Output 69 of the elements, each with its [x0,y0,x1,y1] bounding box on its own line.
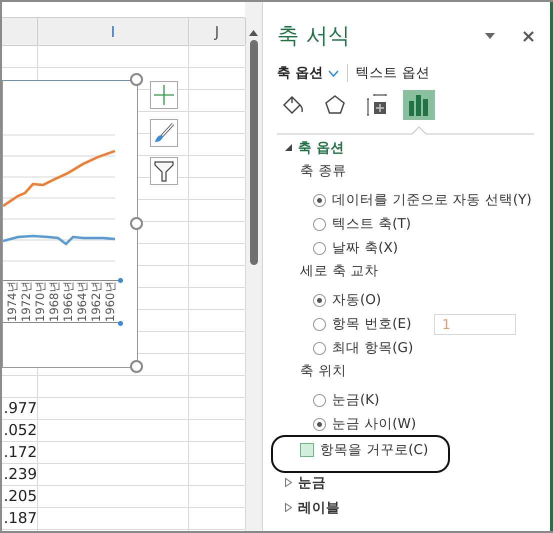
chart-elements-button[interactable] [150,81,178,109]
radio-label: 자동(O) [332,291,382,309]
pentagon-icon [324,94,346,116]
radio-button[interactable] [313,218,326,230]
options-tab[interactable]: 축 옵션 [277,64,348,82]
paint-bucket-icon [281,94,305,116]
scrollbar-thumb[interactable] [250,40,258,265]
radio-button[interactable] [313,194,326,206]
number-cell: .205 [4,487,37,505]
axis-label: 1974년 [5,281,19,322]
number-cell: .187 [4,509,37,527]
radio-label: 눈금 사이(W) [332,415,416,433]
tab-label: 축 옵션 [277,64,324,82]
column-header[interactable]: I [38,18,189,45]
group-label: 축 종류 [300,162,348,181]
axis-label: 1964년 [75,281,89,322]
radio-label: 항목 번호(E) [332,315,412,333]
radio-label: 텍스트 축(T) [332,215,412,233]
group-label: 세로 축 교차 [300,262,380,281]
radio-button[interactable] [313,342,326,354]
chart-styles-button[interactable] [150,119,178,147]
radio-button[interactable] [313,418,326,430]
radio-label: 데이터를 기준으로 자동 선택(Y) [332,191,532,209]
checkbox[interactable] [300,443,314,457]
radio-button[interactable] [313,318,326,330]
section-label: 레이블 [298,498,340,516]
axis-label: 1966년 [61,281,75,322]
filter-icon [153,160,175,182]
scroll-up-icon[interactable] [249,30,258,36]
bar-chart-icon [408,93,430,117]
radio-button[interactable] [313,294,326,306]
section-label: 눈금 [298,474,326,492]
section-label: 축 옵션 [298,138,345,156]
plus-icon [154,85,174,105]
radio-button[interactable] [313,242,326,254]
number-cell: .977 [4,399,37,417]
panel-title: 축 서식 [277,23,351,51]
chart-filters-button[interactable] [150,157,178,185]
section-header[interactable]: 눈금 [285,470,550,495]
group-label: 축 위치 [300,362,348,381]
number-cell: .052 [4,421,37,439]
chevron-down-icon [328,70,339,76]
axis-label: 1970년 [33,281,47,322]
section-header[interactable]: 축 옵션 [285,135,550,160]
number-cell: .172 [4,443,37,461]
resize-handle[interactable] [130,360,143,373]
number-cell: .239 [4,465,37,483]
paintbrush-icon [153,122,175,144]
vertical-scrollbar[interactable] [245,2,262,531]
axis-label: 1962년 [89,281,103,322]
resize-handle[interactable] [130,73,143,86]
collapsed-triangle-icon [285,478,292,487]
checkbox-label: 항목을 거꾸로(C) [320,441,428,459]
axis-labels-box[interactable]: 1974년 1972년 1970년 1968년 1966년 1964년 1962년 1960년 [3,280,120,323]
axis-label: 1960년 [103,281,117,322]
size-properties-icon [366,93,388,117]
collapsed-triangle-icon [285,503,292,512]
axis-label: 1968년 [47,281,61,322]
selection-handle[interactable] [118,321,123,326]
radio-label: 최대 항목(G) [332,339,414,357]
section-header[interactable]: 레이블 [285,495,550,520]
radio-label: 눈금(K) [332,391,380,409]
chart[interactable]: 1974년 1972년 1970년 1968년 1966년 1964년 1962년 1960년 [2,80,138,368]
expanded-triangle-icon [285,144,292,151]
radio-label: 날짜 축(X) [332,239,398,257]
resize-handle[interactable] [130,217,143,230]
radio-button[interactable] [313,394,326,406]
axis-label: 1972년 [19,281,33,322]
selection-handle[interactable] [118,278,123,283]
